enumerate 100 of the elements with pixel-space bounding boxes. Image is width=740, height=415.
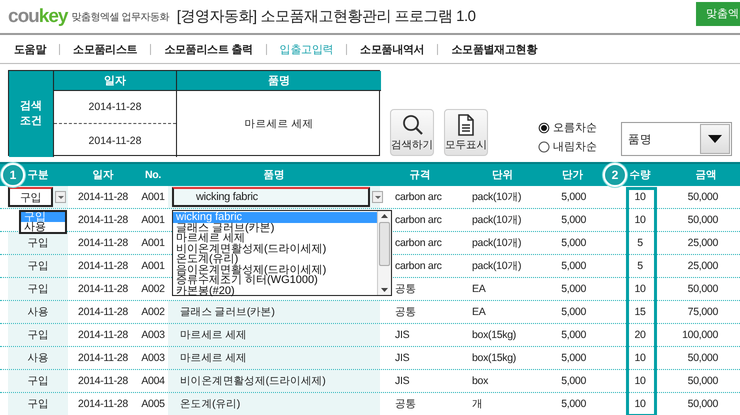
table-cell: 10 bbox=[634, 375, 646, 387]
nav-tab[interactable]: 소모품별재고현황 bbox=[451, 42, 537, 56]
table-cell: pack(10개) bbox=[472, 236, 522, 250]
table-cell: EA bbox=[472, 283, 486, 295]
table-cell: carbon arc bbox=[395, 237, 442, 249]
table-cell: A003 bbox=[141, 352, 165, 364]
table-cell: box bbox=[472, 375, 488, 387]
table-cell: EA bbox=[472, 306, 486, 318]
callout-badge: 1 bbox=[1, 163, 25, 187]
table-cell: 구입 bbox=[27, 236, 49, 250]
column-header: 구분 bbox=[27, 168, 49, 182]
column-header: 단위 bbox=[492, 168, 514, 182]
column-header: 수량 bbox=[629, 168, 651, 182]
dropdown-option[interactable]: 사용 bbox=[21, 222, 65, 232]
callout-badge: 2 bbox=[603, 163, 627, 187]
column-header: 품명 bbox=[263, 168, 285, 182]
column-header: 일자 bbox=[54, 71, 176, 91]
table-cell: pack(10개) bbox=[472, 213, 522, 227]
radio-button[interactable] bbox=[538, 122, 550, 134]
dropdown-option[interactable]: 마르세르 세제 bbox=[173, 233, 377, 244]
table-cell: 글래스 글러브(카본) bbox=[180, 305, 275, 319]
type-combo-field[interactable]: 구입 bbox=[8, 187, 53, 207]
table-cell: 50,000 bbox=[688, 352, 718, 364]
show-all-button[interactable]: 모두표시 bbox=[444, 109, 488, 156]
table-cell: JIS bbox=[395, 352, 410, 364]
dropdown-button[interactable] bbox=[55, 191, 66, 203]
dropdown-arrow-icon bbox=[374, 196, 380, 198]
table-cell: A001 bbox=[141, 260, 165, 272]
nav-tab[interactable]: 소모품리스트 출력 bbox=[164, 42, 253, 56]
table-cell: 25,000 bbox=[688, 237, 718, 249]
logo: coukey bbox=[8, 6, 68, 28]
item-combo-field[interactable]: wicking fabric bbox=[172, 187, 370, 207]
date-from-field[interactable]: 2014-11-28 bbox=[54, 91, 176, 124]
table-cell: 구입 bbox=[27, 282, 49, 296]
table-cell: carbon arc bbox=[395, 214, 442, 226]
table-cell: 공통 bbox=[395, 282, 416, 296]
date-to-field[interactable]: 2014-11-28 bbox=[54, 124, 176, 157]
column-header: 규격 bbox=[409, 168, 431, 182]
table-cell: 2014-11-28 bbox=[78, 283, 128, 295]
table-cell: 50,000 bbox=[688, 398, 718, 410]
table-cell: 마르세르 세제 bbox=[180, 328, 247, 342]
scroll-up-icon[interactable] bbox=[381, 214, 388, 218]
radio-label[interactable]: 오름차순 bbox=[553, 120, 597, 135]
table-cell: A004 bbox=[141, 375, 165, 387]
table-cell: A003 bbox=[141, 329, 165, 341]
table-cell: JIS bbox=[395, 375, 410, 387]
scrollbar[interactable] bbox=[377, 211, 391, 295]
radio-label[interactable]: 내림차순 bbox=[553, 139, 597, 154]
dropdown-button[interactable] bbox=[372, 191, 383, 203]
table-cell: A002 bbox=[141, 283, 165, 295]
scroll-thumb[interactable] bbox=[379, 222, 390, 266]
table-cell: 구입 bbox=[27, 397, 49, 411]
table-cell: 10 bbox=[634, 283, 646, 295]
table-cell: 비이온계면활성제(드라이세제) bbox=[180, 374, 326, 388]
item-field[interactable]: 마르세르 세제 bbox=[176, 91, 381, 157]
table-cell: 구입 bbox=[27, 374, 49, 388]
table-cell: 10 bbox=[634, 191, 646, 203]
search-icon bbox=[401, 114, 423, 135]
table-cell: 5,000 bbox=[561, 260, 586, 272]
dropdown-option[interactable]: 온도계(유리) bbox=[173, 254, 377, 264]
table-cell: 2014-11-28 bbox=[78, 329, 128, 341]
table-cell: 2014-11-28 bbox=[78, 398, 128, 410]
table-cell: 사용 bbox=[27, 305, 49, 319]
table-cell: A001 bbox=[141, 237, 165, 249]
dropdown-option[interactable]: 증류수제조기 히터(WG1000) bbox=[173, 275, 377, 286]
dropdown-option[interactable]: 카본봉(#20) bbox=[173, 286, 377, 296]
table-cell: 5,000 bbox=[561, 306, 586, 318]
table-cell: 5,000 bbox=[561, 329, 586, 341]
table-cell: 50,000 bbox=[688, 191, 718, 203]
nav-tab[interactable]: 소모품리스트 bbox=[73, 42, 138, 56]
table-cell: 50,000 bbox=[688, 283, 718, 295]
table-cell: A001 bbox=[141, 191, 165, 203]
table-cell: 5,000 bbox=[561, 352, 586, 364]
dropdown-option[interactable]: 글래스 글러브(카본) bbox=[173, 222, 377, 233]
table-cell: 구입 bbox=[27, 328, 49, 342]
nav-tab[interactable]: 소모품내역서 bbox=[360, 42, 424, 56]
column-header: No. bbox=[144, 169, 161, 181]
table-cell: A001 bbox=[141, 214, 165, 226]
sort-field-select[interactable]: 품명 bbox=[621, 122, 732, 156]
table-cell: 5,000 bbox=[561, 191, 586, 203]
column-header: 금액 bbox=[695, 168, 717, 182]
table-cell: carbon arc bbox=[395, 191, 442, 203]
table-cell: 2014-11-28 bbox=[78, 237, 128, 249]
table-cell: 2014-11-28 bbox=[78, 306, 128, 318]
table-cell: 2014-11-28 bbox=[78, 352, 128, 364]
table-cell: 2014-11-28 bbox=[78, 375, 128, 387]
table-cell: 마르세르 세제 bbox=[180, 351, 247, 365]
table-cell: A005 bbox=[141, 398, 165, 410]
table-cell: JIS bbox=[395, 329, 410, 341]
table-cell: 사용 bbox=[27, 351, 49, 365]
table-cell: 5 bbox=[637, 260, 643, 272]
dropdown-arrow-icon bbox=[707, 134, 723, 144]
dropdown-option[interactable]: 비이온계면활성제(드라이세제) bbox=[173, 244, 377, 254]
search-button[interactable]: 검색하기 bbox=[390, 109, 434, 156]
dropdown-option[interactable]: 음이온계면활성제(드라이세제) bbox=[173, 264, 377, 275]
scroll-down-icon[interactable] bbox=[381, 288, 388, 292]
radio-button[interactable] bbox=[538, 140, 550, 152]
nav-tab[interactable]: 도움말 bbox=[14, 42, 46, 56]
table-cell: 2014-11-28 bbox=[78, 260, 128, 272]
table-cell: 2014-11-28 bbox=[78, 191, 128, 203]
